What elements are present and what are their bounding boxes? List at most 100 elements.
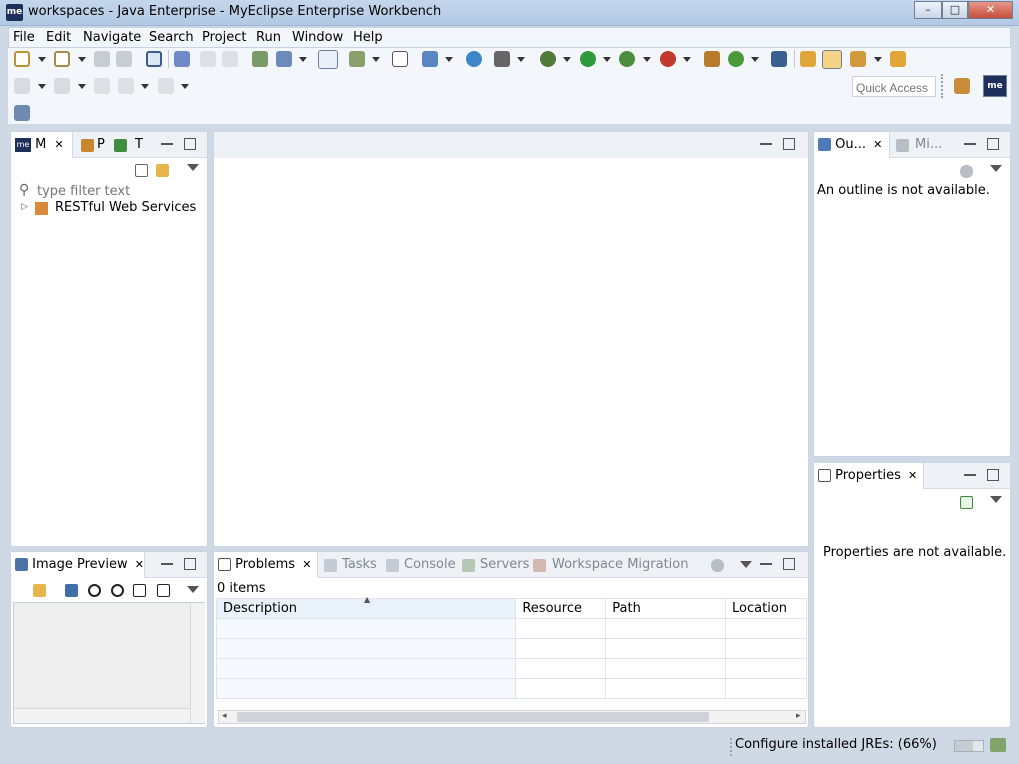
column-path[interactable]: Path [605, 598, 727, 619]
zoom-in-icon[interactable] [111, 584, 124, 597]
maximize-icon[interactable] [783, 138, 795, 150]
minimize-icon[interactable] [760, 558, 772, 565]
tasks-icon[interactable] [324, 559, 337, 572]
tab-properties[interactable]: Properties ✕ [814, 463, 924, 489]
filter-input[interactable] [37, 182, 197, 200]
deploy-dropdown-icon[interactable] [299, 57, 307, 62]
menu-navigate[interactable]: Navigate [83, 30, 141, 45]
problems-horizontal-scrollbar[interactable]: ◂ ▸ [218, 710, 806, 724]
open-folder-icon[interactable] [800, 51, 816, 67]
run-server-icon[interactable] [619, 51, 635, 67]
new-icon[interactable] [14, 51, 30, 67]
menu-help[interactable]: Help [353, 30, 383, 45]
package-explorer-icon[interactable] [81, 139, 94, 152]
vertical-scrollbar[interactable] [190, 603, 205, 723]
myeclipse-perspective-icon[interactable]: me [983, 75, 1007, 97]
view-menu-icon[interactable] [740, 561, 752, 568]
debug-icon[interactable] [540, 51, 556, 67]
column-resource[interactable]: Resource [515, 598, 607, 619]
horizontal-scrollbar[interactable] [14, 708, 190, 723]
hierarchy-icon[interactable] [114, 139, 127, 152]
tab-label[interactable]: Tasks [342, 557, 377, 572]
link-editor-icon[interactable] [156, 164, 169, 177]
save-all-icon[interactable] [116, 51, 132, 67]
view-toolbar-icon[interactable] [960, 165, 973, 178]
menu-run[interactable]: Run [256, 30, 281, 45]
tab-label[interactable]: Mi... [915, 137, 942, 152]
manage-deployments-icon[interactable] [318, 50, 338, 69]
migration-icon[interactable] [533, 559, 546, 572]
globe-icon[interactable] [466, 51, 482, 67]
scroll-right-icon[interactable]: ▸ [796, 711, 801, 721]
search-tool-icon[interactable] [422, 51, 438, 67]
pin-icon[interactable] [850, 51, 866, 67]
tab-problems[interactable]: Problems ✕ [214, 552, 318, 578]
minimize-icon[interactable] [964, 138, 976, 145]
new-dropdown-icon[interactable] [38, 57, 46, 62]
fit-image-icon[interactable] [65, 584, 78, 597]
next-annotation-dropdown-icon[interactable] [38, 84, 46, 89]
view-menu-icon[interactable] [187, 586, 199, 593]
run-dropdown-icon[interactable] [603, 57, 611, 62]
tree-item-label[interactable]: RESTful Web Services [55, 200, 196, 215]
database-icon[interactable] [771, 51, 787, 67]
run-icon[interactable] [580, 51, 596, 67]
console-icon[interactable] [146, 51, 162, 67]
close-icon[interactable]: ✕ [908, 469, 917, 482]
stop-server-dropdown-icon[interactable] [683, 57, 691, 62]
maximize-icon[interactable] [987, 469, 999, 481]
save-icon[interactable] [94, 51, 110, 67]
view-toolbar-icon[interactable] [711, 559, 724, 572]
scroll-left-icon[interactable]: ◂ [222, 711, 227, 721]
back-dropdown-icon[interactable] [141, 84, 149, 89]
menu-edit[interactable]: Edit [46, 30, 71, 45]
tab-label[interactable]: Servers [480, 557, 529, 572]
maximize-icon[interactable] [783, 558, 795, 570]
column-location[interactable]: Location [725, 598, 807, 619]
zoom-out-icon[interactable] [88, 584, 101, 597]
camera-dropdown-icon[interactable] [517, 57, 525, 62]
camera-icon[interactable] [494, 51, 510, 67]
last-edit-icon[interactable] [94, 78, 110, 94]
view-menu-icon[interactable] [187, 164, 199, 171]
quick-access-input[interactable] [852, 76, 936, 97]
menu-project[interactable]: Project [202, 30, 246, 45]
pin-view-icon[interactable] [960, 496, 973, 509]
new-file-icon[interactable] [54, 51, 70, 67]
actual-size-icon[interactable] [133, 584, 146, 597]
minimize-icon[interactable] [964, 469, 976, 476]
menu-search[interactable]: Search [149, 30, 194, 45]
package-icon[interactable] [704, 51, 720, 67]
undo-icon[interactable] [200, 51, 216, 67]
prev-annotation-icon[interactable] [54, 78, 70, 94]
view-menu-icon[interactable] [990, 165, 1002, 172]
progress-bar[interactable] [954, 740, 984, 752]
maximize-icon[interactable] [987, 138, 999, 150]
console-tab-icon[interactable] [386, 559, 399, 572]
collapse-all-icon[interactable] [135, 164, 148, 177]
tab-label[interactable]: Workspace Migration [552, 557, 688, 572]
search-tool-dropdown-icon[interactable] [445, 57, 453, 62]
redo-icon[interactable] [222, 51, 238, 67]
debug-dropdown-icon[interactable] [563, 57, 571, 62]
run-server-dropdown-icon[interactable] [643, 57, 651, 62]
archive-icon[interactable] [890, 51, 906, 67]
menu-file[interactable]: File [13, 30, 35, 45]
expand-arrow-icon[interactable]: ▷ [21, 202, 28, 212]
view-menu-icon[interactable] [990, 496, 1002, 503]
close-icon[interactable]: ✕ [135, 558, 144, 571]
close-icon[interactable]: ✕ [302, 558, 311, 571]
web-service-icon[interactable] [252, 51, 268, 67]
fit-window-icon[interactable] [157, 584, 170, 597]
minimize-icon[interactable] [161, 558, 173, 565]
maximize-icon[interactable] [184, 138, 196, 150]
pin-dropdown-icon[interactable] [874, 57, 882, 62]
table-icon[interactable] [392, 51, 408, 67]
stop-server-icon[interactable] [660, 51, 676, 67]
forward-icon[interactable] [158, 78, 174, 94]
open-perspective-icon[interactable] [954, 78, 970, 94]
deploy-icon[interactable] [276, 51, 292, 67]
tab-image-preview[interactable]: Image Preview ✕ [11, 552, 145, 578]
tab-label[interactable]: P [97, 137, 105, 152]
back-icon[interactable] [118, 78, 134, 94]
